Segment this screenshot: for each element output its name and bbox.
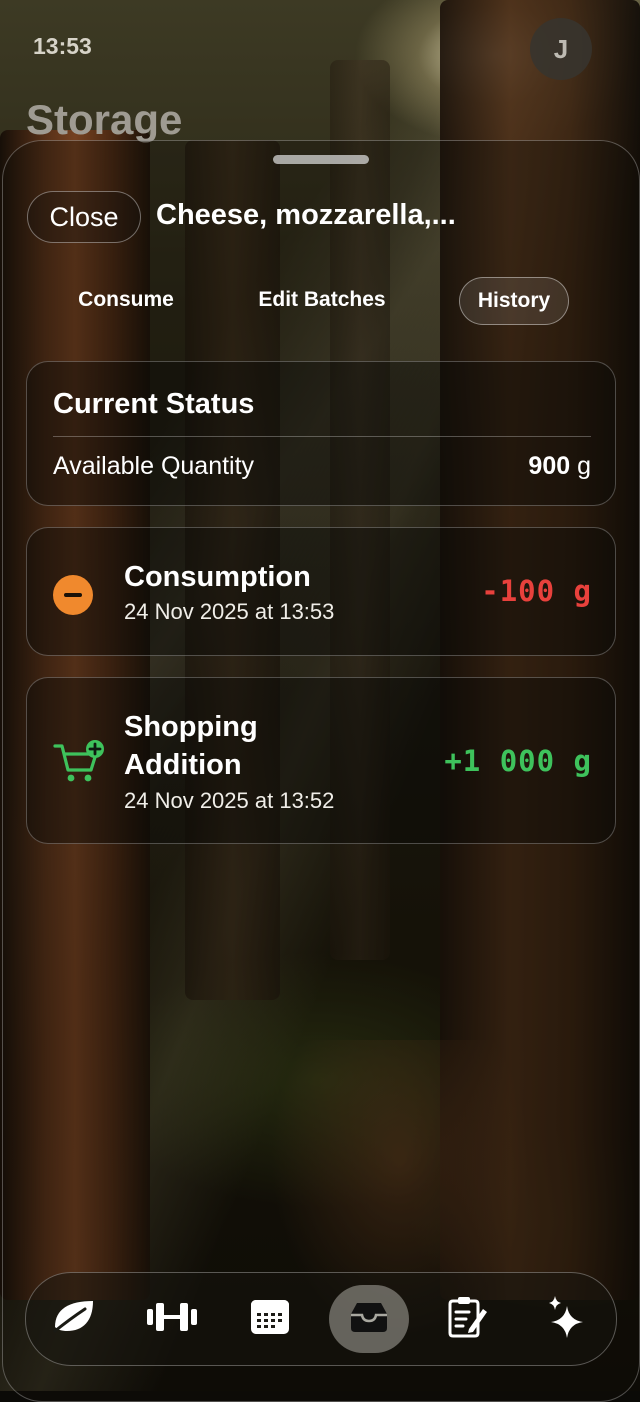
tab-bar-notes[interactable] (434, 1285, 502, 1353)
tab-bar-storage[interactable] (329, 1285, 409, 1353)
status-bar-time: 13:53 (33, 33, 92, 59)
calendar-icon (249, 1297, 291, 1341)
history-entry-timestamp: 24 Nov 2025 at 13:52 (124, 788, 335, 813)
available-quantity-value: 900 g (528, 452, 591, 481)
history-entry-title: Consumption (124, 561, 311, 593)
tab-edit-batches[interactable]: Edit Batches (229, 277, 415, 323)
history-entry-title: Shopping Addition (124, 711, 258, 781)
tab-bar-ai[interactable] (532, 1285, 600, 1353)
item-title: Cheese, mozzarella,... (156, 199, 456, 231)
divider (53, 436, 591, 437)
tab-history[interactable]: History (459, 277, 569, 325)
available-quantity-unit: g (577, 452, 591, 480)
item-detail-sheet: Close Cheese, mozzarella,... Consume Edi… (2, 140, 640, 1402)
history-entry-timestamp: 24 Nov 2025 at 13:53 (124, 599, 335, 624)
notes-edit-icon (447, 1295, 489, 1343)
available-quantity-number: 900 (528, 452, 571, 480)
tab-consume[interactable]: Consume (53, 277, 199, 323)
history-entry[interactable]: Shopping Addition 24 Nov 2025 at 13:52 +… (26, 677, 616, 844)
tab-bar-calendar[interactable] (236, 1285, 304, 1353)
cart-plus-icon (53, 740, 105, 788)
tab-bar-fitness[interactable] (138, 1285, 206, 1353)
leaf-icon (51, 1297, 97, 1341)
history-entry-amount: -100 g (481, 574, 592, 608)
dumbbell-icon (145, 1300, 199, 1338)
current-status-card: Current Status Available Quantity 900 g (26, 361, 616, 506)
current-status-heading: Current Status (53, 388, 255, 420)
minus-circle-icon (53, 575, 93, 615)
page-title: Storage (26, 96, 183, 143)
tab-bar-leaf[interactable] (40, 1285, 108, 1353)
avatar[interactable]: J (530, 18, 592, 80)
close-button[interactable]: Close (27, 191, 141, 243)
sparkles-icon (545, 1294, 587, 1344)
available-quantity-label: Available Quantity (53, 452, 255, 480)
tray-icon (347, 1300, 391, 1338)
bottom-tab-bar (25, 1272, 617, 1366)
history-entry[interactable]: Consumption 24 Nov 2025 at 13:53 -100 g (26, 527, 616, 656)
sheet-grabber[interactable] (273, 155, 369, 164)
history-entry-amount: +1 000 g (444, 744, 592, 778)
